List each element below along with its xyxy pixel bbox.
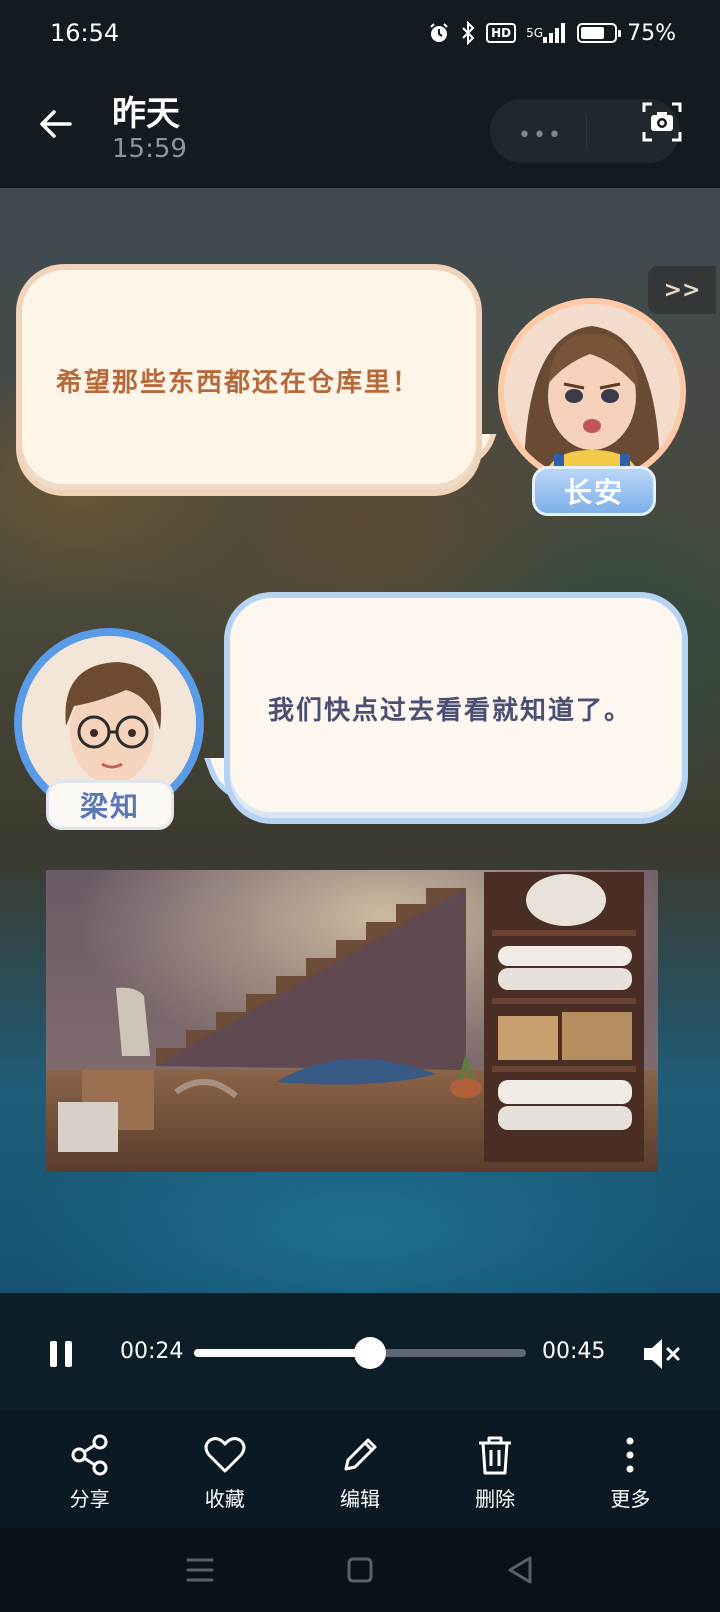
favorite-button[interactable]: 收藏 xyxy=(170,1411,280,1528)
more-dots-icon[interactable]: ••• xyxy=(518,123,563,148)
header: 昨天 15:59 ••• xyxy=(0,66,720,188)
more-button[interactable]: 更多 xyxy=(575,1411,685,1528)
bluetooth-icon xyxy=(460,21,476,45)
screenshot-icon[interactable] xyxy=(640,100,684,144)
battery-percent: 75% xyxy=(627,20,676,46)
back-triangle-icon[interactable] xyxy=(500,1550,540,1590)
video-player[interactable]: >> 希望那些东西都还在仓库里！ 长安 梁知 我们快点过去看看就知道了。 xyxy=(0,188,720,1293)
action-label: 编辑 xyxy=(339,1487,380,1511)
network-label: 5G xyxy=(526,26,544,40)
heart-icon xyxy=(204,1437,246,1473)
5g-signal-icon: 5G xyxy=(526,23,567,43)
speech-bubble-changan: 希望那些东西都还在仓库里！ xyxy=(16,264,482,496)
storage-room-scene-image xyxy=(46,870,658,1172)
screen: 16:54 HD 5G 75% 昨天 15:59 ••• >> 希望那些东西都还… xyxy=(0,0,720,1612)
current-time: 00:24 xyxy=(120,1339,184,1364)
pause-icon[interactable] xyxy=(46,1337,76,1373)
total-time: 00:45 xyxy=(542,1339,606,1364)
share-icon xyxy=(71,1434,108,1476)
trash-icon xyxy=(479,1436,512,1475)
pause-bar-right xyxy=(65,1341,72,1367)
dialogue-text: 希望那些东西都还在仓库里！ xyxy=(56,367,421,398)
alarm-icon xyxy=(428,22,450,44)
avatar-changan xyxy=(498,298,686,486)
battery-fill xyxy=(581,27,605,39)
dialogue-text: 我们快点过去看看就知道了。 xyxy=(268,695,633,726)
battery-cap xyxy=(618,30,622,37)
pause-bar-left xyxy=(50,1341,57,1367)
mute-icon[interactable] xyxy=(640,1333,682,1375)
status-bar: 16:54 HD 5G 75% xyxy=(0,0,720,66)
share-button[interactable]: 分享 xyxy=(35,1411,145,1528)
pencil-icon xyxy=(344,1438,377,1471)
hd-icon: HD xyxy=(486,23,517,43)
menu-icon[interactable] xyxy=(180,1550,220,1590)
playback-controls: 00:24 00:45 xyxy=(0,1293,720,1411)
progress-knob[interactable] xyxy=(353,1337,386,1369)
skip-button[interactable]: >> xyxy=(648,266,716,314)
page-title: 昨天 xyxy=(112,94,180,134)
storage-room-illustration xyxy=(46,870,658,1172)
progress-fill xyxy=(194,1349,370,1357)
speaker-nametag: 梁知 xyxy=(46,780,174,830)
back-arrow-icon[interactable] xyxy=(36,104,76,144)
speaker-nametag: 长安 xyxy=(532,466,656,516)
page-subtitle: 15:59 xyxy=(112,134,187,164)
home-square-icon[interactable] xyxy=(340,1550,380,1590)
action-label: 收藏 xyxy=(204,1487,245,1511)
capsule-divider xyxy=(586,115,587,147)
status-icons: HD 5G 75% xyxy=(428,21,676,46)
action-label: 删除 xyxy=(475,1487,516,1511)
girl-portrait-icon xyxy=(504,304,680,480)
edit-button[interactable]: 编辑 xyxy=(305,1411,415,1528)
speech-bubble-liangzhi: 我们快点过去看看就知道了。 xyxy=(224,592,688,824)
status-time: 16:54 xyxy=(50,19,120,47)
action-bar: 分享 收藏 编辑 删除 更多 xyxy=(0,1411,720,1528)
more-vertical-icon xyxy=(626,1437,634,1473)
battery-icon xyxy=(577,23,622,43)
action-label: 分享 xyxy=(69,1487,110,1511)
system-nav-bar xyxy=(0,1528,720,1612)
progress-slider[interactable] xyxy=(194,1337,526,1369)
action-label: 更多 xyxy=(610,1487,651,1511)
delete-button[interactable]: 删除 xyxy=(440,1411,550,1528)
